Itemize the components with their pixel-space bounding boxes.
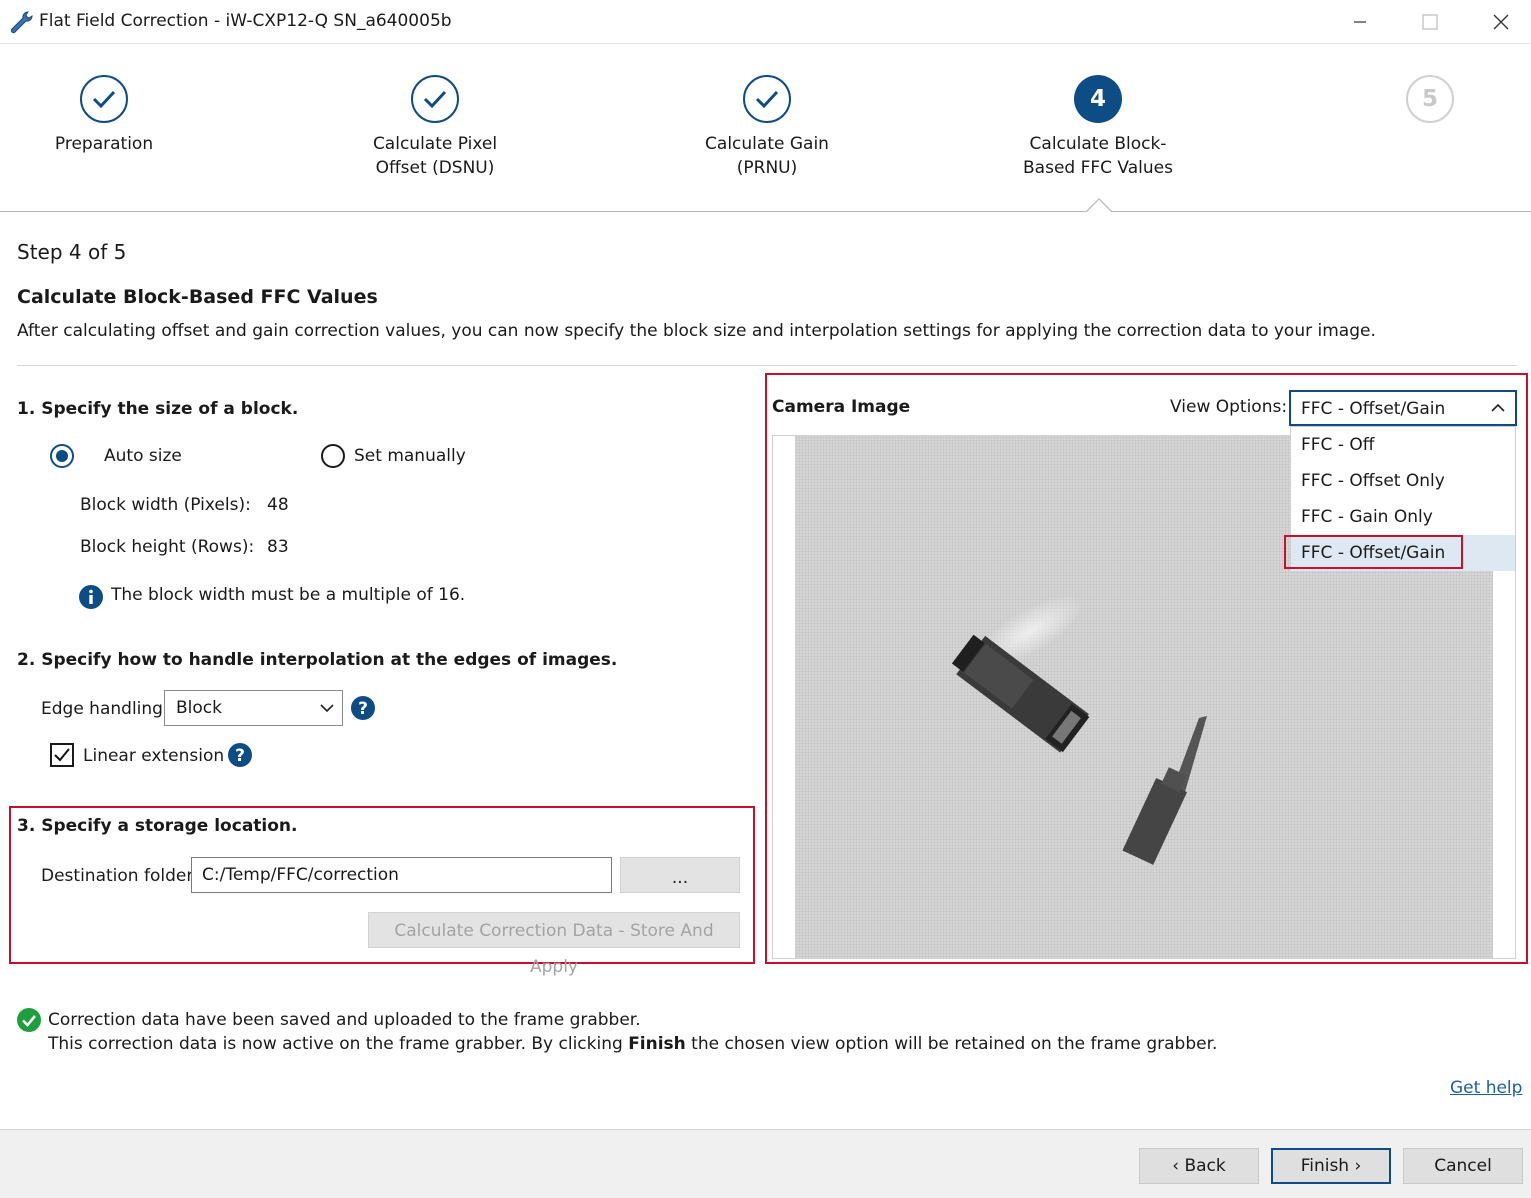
status-text-part: This correction data is now active on th… bbox=[48, 1034, 629, 1054]
destination-folder-value: C:/Temp/FFC/correction bbox=[202, 865, 399, 885]
storage-heading: 3. Specify a storage location. bbox=[17, 816, 298, 836]
chevron-up-icon bbox=[1491, 403, 1505, 412]
block-width-info: The block width must be a multiple of 16… bbox=[111, 585, 466, 605]
title-bar: Flat Field Correction - iW-CXP12-Q SN_a6… bbox=[0, 0, 1531, 44]
step-4-label: Calculate Block- Based FFC Values bbox=[1023, 134, 1173, 178]
linear-extension-checkbox[interactable] bbox=[50, 743, 74, 767]
step-count: Step 4 of 5 bbox=[17, 240, 127, 264]
edge-handling-select[interactable]: Block bbox=[164, 690, 343, 726]
view-options-label: View Options: bbox=[1170, 397, 1288, 417]
view-option-gain-only[interactable]: FFC - Gain Only bbox=[1291, 499, 1515, 535]
step-2-label: Calculate Pixel Offset (DSNU) bbox=[372, 134, 498, 178]
chevron-down-icon bbox=[320, 704, 334, 713]
view-option-offset-only[interactable]: FFC - Offset Only bbox=[1291, 463, 1515, 499]
checkmark-icon bbox=[423, 90, 447, 109]
page-title: Calculate Block-Based FFC Values bbox=[17, 286, 378, 308]
selected-option-highlight-box bbox=[1284, 535, 1463, 569]
divider bbox=[17, 365, 1517, 366]
status-message-line1: Correction data have been saved and uplo… bbox=[48, 1010, 641, 1030]
finish-label: Finish bbox=[1300, 1156, 1350, 1176]
checkmark-icon bbox=[54, 748, 70, 762]
block-height-label: Block height (Rows): bbox=[80, 537, 255, 557]
step-4-circle: 4 bbox=[1074, 75, 1122, 123]
chevron-left-icon: ‹ bbox=[1172, 1156, 1180, 1176]
step-2-circle bbox=[411, 75, 459, 123]
set-manually-label[interactable]: Set manually bbox=[354, 446, 466, 466]
help-icon[interactable]: ? bbox=[228, 743, 252, 767]
step-1-label: Preparation bbox=[54, 134, 154, 154]
success-icon bbox=[17, 1008, 41, 1032]
linear-extension-label[interactable]: Linear extension bbox=[83, 746, 224, 766]
active-step-caret bbox=[1086, 198, 1112, 212]
calculate-correction-button[interactable]: Calculate Correction Data - Store And Ap… bbox=[368, 912, 740, 977]
status-message-line2: This correction data is now active on th… bbox=[48, 1034, 1217, 1054]
minimize-icon[interactable] bbox=[1345, 8, 1375, 36]
wrench-icon bbox=[10, 11, 33, 34]
back-label: Back bbox=[1184, 1156, 1226, 1176]
checkmark-icon bbox=[92, 90, 116, 109]
auto-size-radio[interactable] bbox=[50, 444, 74, 468]
view-options-value: FFC - Offset/Gain bbox=[1301, 399, 1446, 419]
block-size-heading: 1. Specify the size of a block. bbox=[17, 399, 299, 419]
destination-folder-label: Destination folder bbox=[41, 866, 194, 886]
option-label: FFC - Gain Only bbox=[1301, 507, 1433, 527]
edge-handling-label: Edge handling bbox=[41, 699, 163, 719]
window-title: Flat Field Correction - iW-CXP12-Q SN_a6… bbox=[39, 11, 452, 31]
view-option-ffc-off[interactable]: FFC - Off bbox=[1291, 427, 1515, 463]
finish-button[interactable]: Finish › bbox=[1271, 1148, 1391, 1184]
step-3-label: Calculate Gain (PRNU) bbox=[705, 134, 829, 178]
step-indicator: Preparation Calculate Pixel Offset (DSNU)… bbox=[0, 45, 1531, 212]
step-1-circle bbox=[80, 75, 128, 123]
interpolation-heading: 2. Specify how to handle interpolation a… bbox=[17, 650, 618, 670]
checkmark-icon bbox=[755, 90, 779, 109]
browse-button[interactable]: ... bbox=[620, 857, 740, 893]
help-icon[interactable]: ? bbox=[351, 696, 375, 720]
block-width-value: 48 bbox=[267, 495, 289, 515]
destination-folder-input[interactable]: C:/Temp/FFC/correction bbox=[191, 857, 612, 893]
auto-size-label[interactable]: Auto size bbox=[104, 446, 182, 466]
page-description: After calculating offset and gain correc… bbox=[17, 321, 1376, 341]
block-height-value: 83 bbox=[267, 537, 289, 557]
view-options-dropdown[interactable]: FFC - Offset/Gain bbox=[1289, 390, 1517, 426]
get-help-link[interactable]: Get help bbox=[1450, 1078, 1522, 1098]
camera-image-title: Camera Image bbox=[772, 397, 911, 417]
chevron-right-icon: › bbox=[1354, 1156, 1362, 1176]
status-text-part: the chosen view option will be retained … bbox=[685, 1034, 1218, 1054]
close-icon[interactable] bbox=[1486, 8, 1516, 36]
option-label: FFC - Off bbox=[1301, 435, 1375, 455]
cancel-button[interactable]: Cancel bbox=[1403, 1148, 1523, 1184]
svg-text:?: ? bbox=[358, 699, 368, 719]
svg-text:?: ? bbox=[235, 746, 245, 766]
set-manually-radio[interactable] bbox=[321, 444, 345, 468]
back-button[interactable]: ‹ Back bbox=[1139, 1148, 1259, 1184]
step-3-circle bbox=[743, 75, 791, 123]
maximize-icon[interactable] bbox=[1415, 8, 1445, 36]
edge-handling-value: Block bbox=[176, 698, 222, 718]
step-5-circle: 5 bbox=[1406, 75, 1454, 123]
option-label: FFC - Offset Only bbox=[1301, 471, 1445, 491]
info-icon bbox=[79, 585, 103, 609]
footer-bar: ‹ Back Finish › Cancel bbox=[0, 1129, 1531, 1198]
block-width-label: Block width (Pixels): bbox=[80, 495, 251, 515]
status-text-bold: Finish bbox=[628, 1034, 686, 1054]
